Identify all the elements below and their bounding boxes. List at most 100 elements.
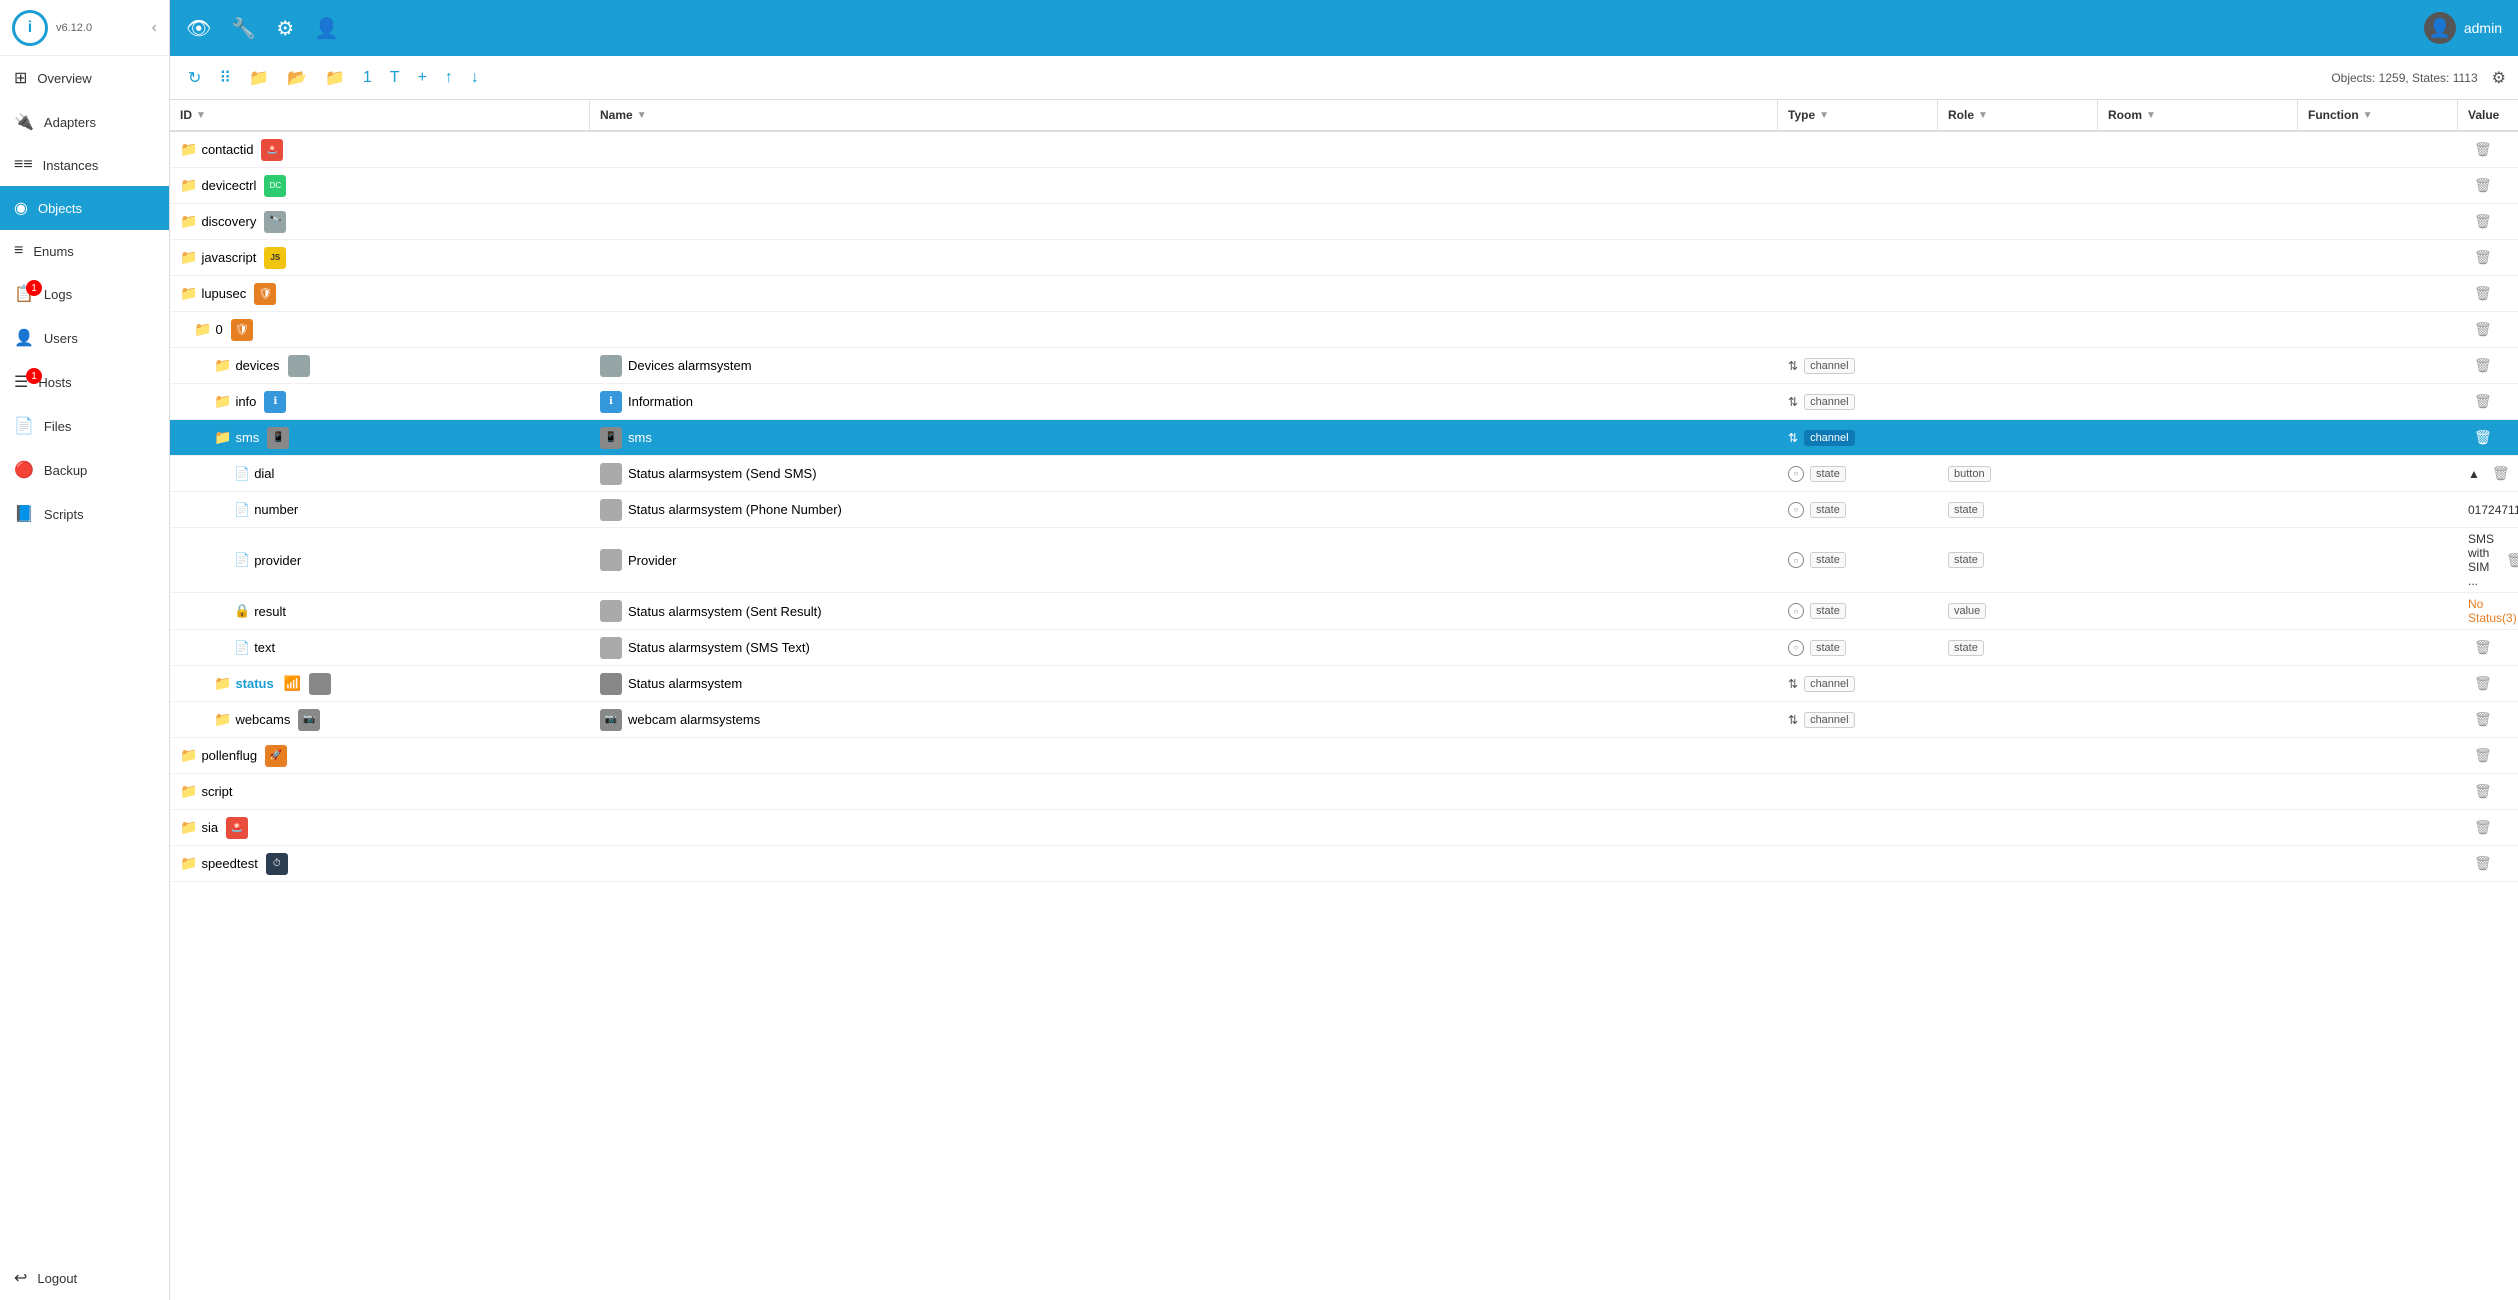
font-button[interactable]: T [384, 65, 406, 91]
sidebar: i v6.12.0 ‹ ⊞ Overview 🔌 Adapters ≡≡ Ins… [0, 0, 170, 1300]
sidebar-item-users[interactable]: 👤 Users [0, 316, 169, 360]
table-row[interactable]: 📁 contactid 🚨 🗑 [170, 132, 2518, 168]
delete-button[interactable]: 🗑 [2468, 355, 2498, 376]
main-panel: 👁 🔧 ⚙ 👤 👤 admin ↻ ⠿ 📁 📂 📁 1 T + ↑ ↓ Obje… [170, 0, 2518, 1300]
table-row[interactable]: 📁 status 📶 Status alarmsystem ⇅ channel … [170, 666, 2518, 702]
name-cell [590, 290, 1778, 298]
sidebar-item-hosts[interactable]: ☰ Hosts 1 [0, 360, 169, 404]
col-room[interactable]: Room ▼ [2098, 100, 2298, 130]
name-cell: Provider [590, 545, 1778, 575]
add-button[interactable]: + [412, 65, 433, 91]
col-role[interactable]: Role ▼ [1938, 100, 2098, 130]
scripts-icon: 📘 [14, 504, 34, 524]
room-cell [2098, 434, 2298, 442]
table-row[interactable]: 📁 discovery 🔭 🗑 [170, 204, 2518, 240]
sidebar-item-overview[interactable]: ⊞ Overview [0, 56, 169, 100]
delete-button[interactable]: 🗑 [2468, 637, 2498, 658]
folder-icon: 📁 [180, 285, 197, 302]
col-type[interactable]: Type ▼ [1778, 100, 1938, 130]
badge-button[interactable]: 1 [357, 65, 378, 91]
table-row[interactable]: 📁 sia 🚨 🗑 [170, 810, 2518, 846]
table-row[interactable]: 📁 devices Devices alarmsystem ⇅ channel … [170, 348, 2518, 384]
table-row[interactable]: 📁 lupusec 🛡 🗑 [170, 276, 2518, 312]
collapse-button[interactable]: ‹ [152, 19, 157, 37]
folder-button[interactable]: 📁 [243, 64, 275, 92]
id-cell: 📁 sia 🚨 [170, 813, 590, 843]
sidebar-item-instances[interactable]: ≡≡ Instances [0, 144, 169, 186]
delete-button[interactable]: 🗑 [2468, 139, 2498, 160]
sidebar-item-label: Objects [38, 201, 82, 216]
grid-view-button[interactable]: ⠿ [213, 64, 237, 92]
table-row[interactable]: 📁 devicectrl DC 🗑 [170, 168, 2518, 204]
delete-button[interactable]: 🗑 [2468, 817, 2498, 838]
sidebar-item-files[interactable]: 📄 Files [0, 404, 169, 448]
delete-button[interactable]: 🗑 [2468, 745, 2498, 766]
table-row[interactable]: 📁 speedtest ⏱ 🗑 [170, 846, 2518, 882]
delete-button[interactable]: 🗑 [2468, 427, 2498, 448]
sidebar-item-backup[interactable]: 🔴 Backup [0, 448, 169, 492]
table-row[interactable]: 📁 pollenflug 🚀 🗑 [170, 738, 2518, 774]
row-name: Status alarmsystem [628, 676, 742, 691]
sidebar-item-scripts[interactable]: 📘 Scripts [0, 492, 169, 536]
delete-button[interactable]: 🗑 [2468, 781, 2498, 802]
table-row[interactable]: 🔒 result Status alarmsystem (Sent Result… [170, 593, 2518, 630]
room-cell [2098, 362, 2298, 370]
table-row[interactable]: 📁 0 🛡 🗑 [170, 312, 2518, 348]
sidebar-item-logout[interactable]: ↩ Logout [0, 1256, 169, 1300]
folder-alt-button[interactable]: 📁 [319, 64, 351, 92]
tools-icon[interactable]: 🔧 [231, 16, 256, 41]
sidebar-item-adapters[interactable]: 🔌 Adapters [0, 100, 169, 144]
delete-button[interactable]: 🗑 [2468, 853, 2498, 874]
table-row[interactable]: 📁 javascript JS 🗑 [170, 240, 2518, 276]
delete-button[interactable]: 🗑 [2468, 391, 2498, 412]
room-cell [2098, 470, 2298, 478]
function-cell [2298, 680, 2458, 688]
delete-button[interactable]: 🗑 [2468, 247, 2498, 268]
delete-button[interactable]: 🗑 [2468, 673, 2498, 694]
sidebar-item-logs[interactable]: 📋 Logs 1 [0, 272, 169, 316]
id-cell: 📁 discovery 🔭 [170, 207, 590, 237]
col-function[interactable]: Function ▼ [2298, 100, 2458, 130]
role-cell: state [1938, 498, 2098, 522]
user-avatar: 👤 [2424, 12, 2456, 44]
view-icon[interactable]: 👁 [186, 16, 211, 41]
delete-button[interactable]: 🗑 [2468, 319, 2498, 340]
table-row[interactable]: 📄 text Status alarmsystem (SMS Text) ○ s… [170, 630, 2518, 666]
col-id[interactable]: ID ▼ [170, 100, 590, 130]
delete-button[interactable]: 🗑 [2468, 709, 2498, 730]
table-row[interactable]: 📄 provider Provider ○ state state SMS wi… [170, 528, 2518, 593]
sidebar-item-objects[interactable]: ◉ Objects [0, 186, 169, 230]
type-badge: channel [1804, 394, 1855, 410]
table-row[interactable]: 📁 info ℹ ℹ Information ⇅ channel 🗑 [170, 384, 2518, 420]
refresh-button[interactable]: ↻ [182, 64, 207, 92]
function-cell [2298, 556, 2458, 564]
upload-button[interactable]: ↑ [439, 65, 459, 91]
adapter-icon: 🛡 [254, 283, 276, 305]
row-id: dial [254, 466, 274, 481]
profile-icon[interactable]: 👤 [314, 16, 339, 41]
col-name[interactable]: Name ▼ [590, 100, 1778, 130]
delete-button[interactable]: 🗑 [2468, 283, 2498, 304]
role-cell [1938, 326, 2098, 334]
delete-button[interactable]: 🗑 [2500, 550, 2518, 571]
table-row[interactable]: 📁 script 🗑 [170, 774, 2518, 810]
function-cell [2298, 254, 2458, 262]
row-id: sms [235, 430, 259, 445]
open-folder-button[interactable]: 📂 [281, 64, 313, 92]
delete-button[interactable]: 🗑 [2468, 211, 2498, 232]
room-cell [2098, 218, 2298, 226]
file-icon: 📄 [234, 502, 250, 518]
col-value[interactable]: Value [2458, 100, 2518, 130]
delete-button[interactable]: 🗑 [2468, 175, 2498, 196]
table-row[interactable]: 📄 number Status alarmsystem (Phone Numbe… [170, 492, 2518, 528]
delete-button[interactable]: 🗑 [2486, 463, 2516, 484]
table-row[interactable]: 📁 webcams 📷 📷 webcam alarmsystems ⇅ chan… [170, 702, 2518, 738]
name-cell [590, 788, 1778, 796]
download-button[interactable]: ↓ [465, 65, 485, 91]
type-badge: state [1810, 552, 1846, 568]
table-row[interactable]: 📁 sms 📱 📱 sms ⇅ channel 🗑 [170, 420, 2518, 456]
settings-icon[interactable]: ⚙ [276, 16, 294, 41]
toolbar-settings-icon[interactable]: ⚙ [2492, 68, 2506, 88]
sidebar-item-enums[interactable]: ≡ Enums [0, 230, 169, 272]
table-row[interactable]: 📄 dial Status alarmsystem (Send SMS) ○ s… [170, 456, 2518, 492]
